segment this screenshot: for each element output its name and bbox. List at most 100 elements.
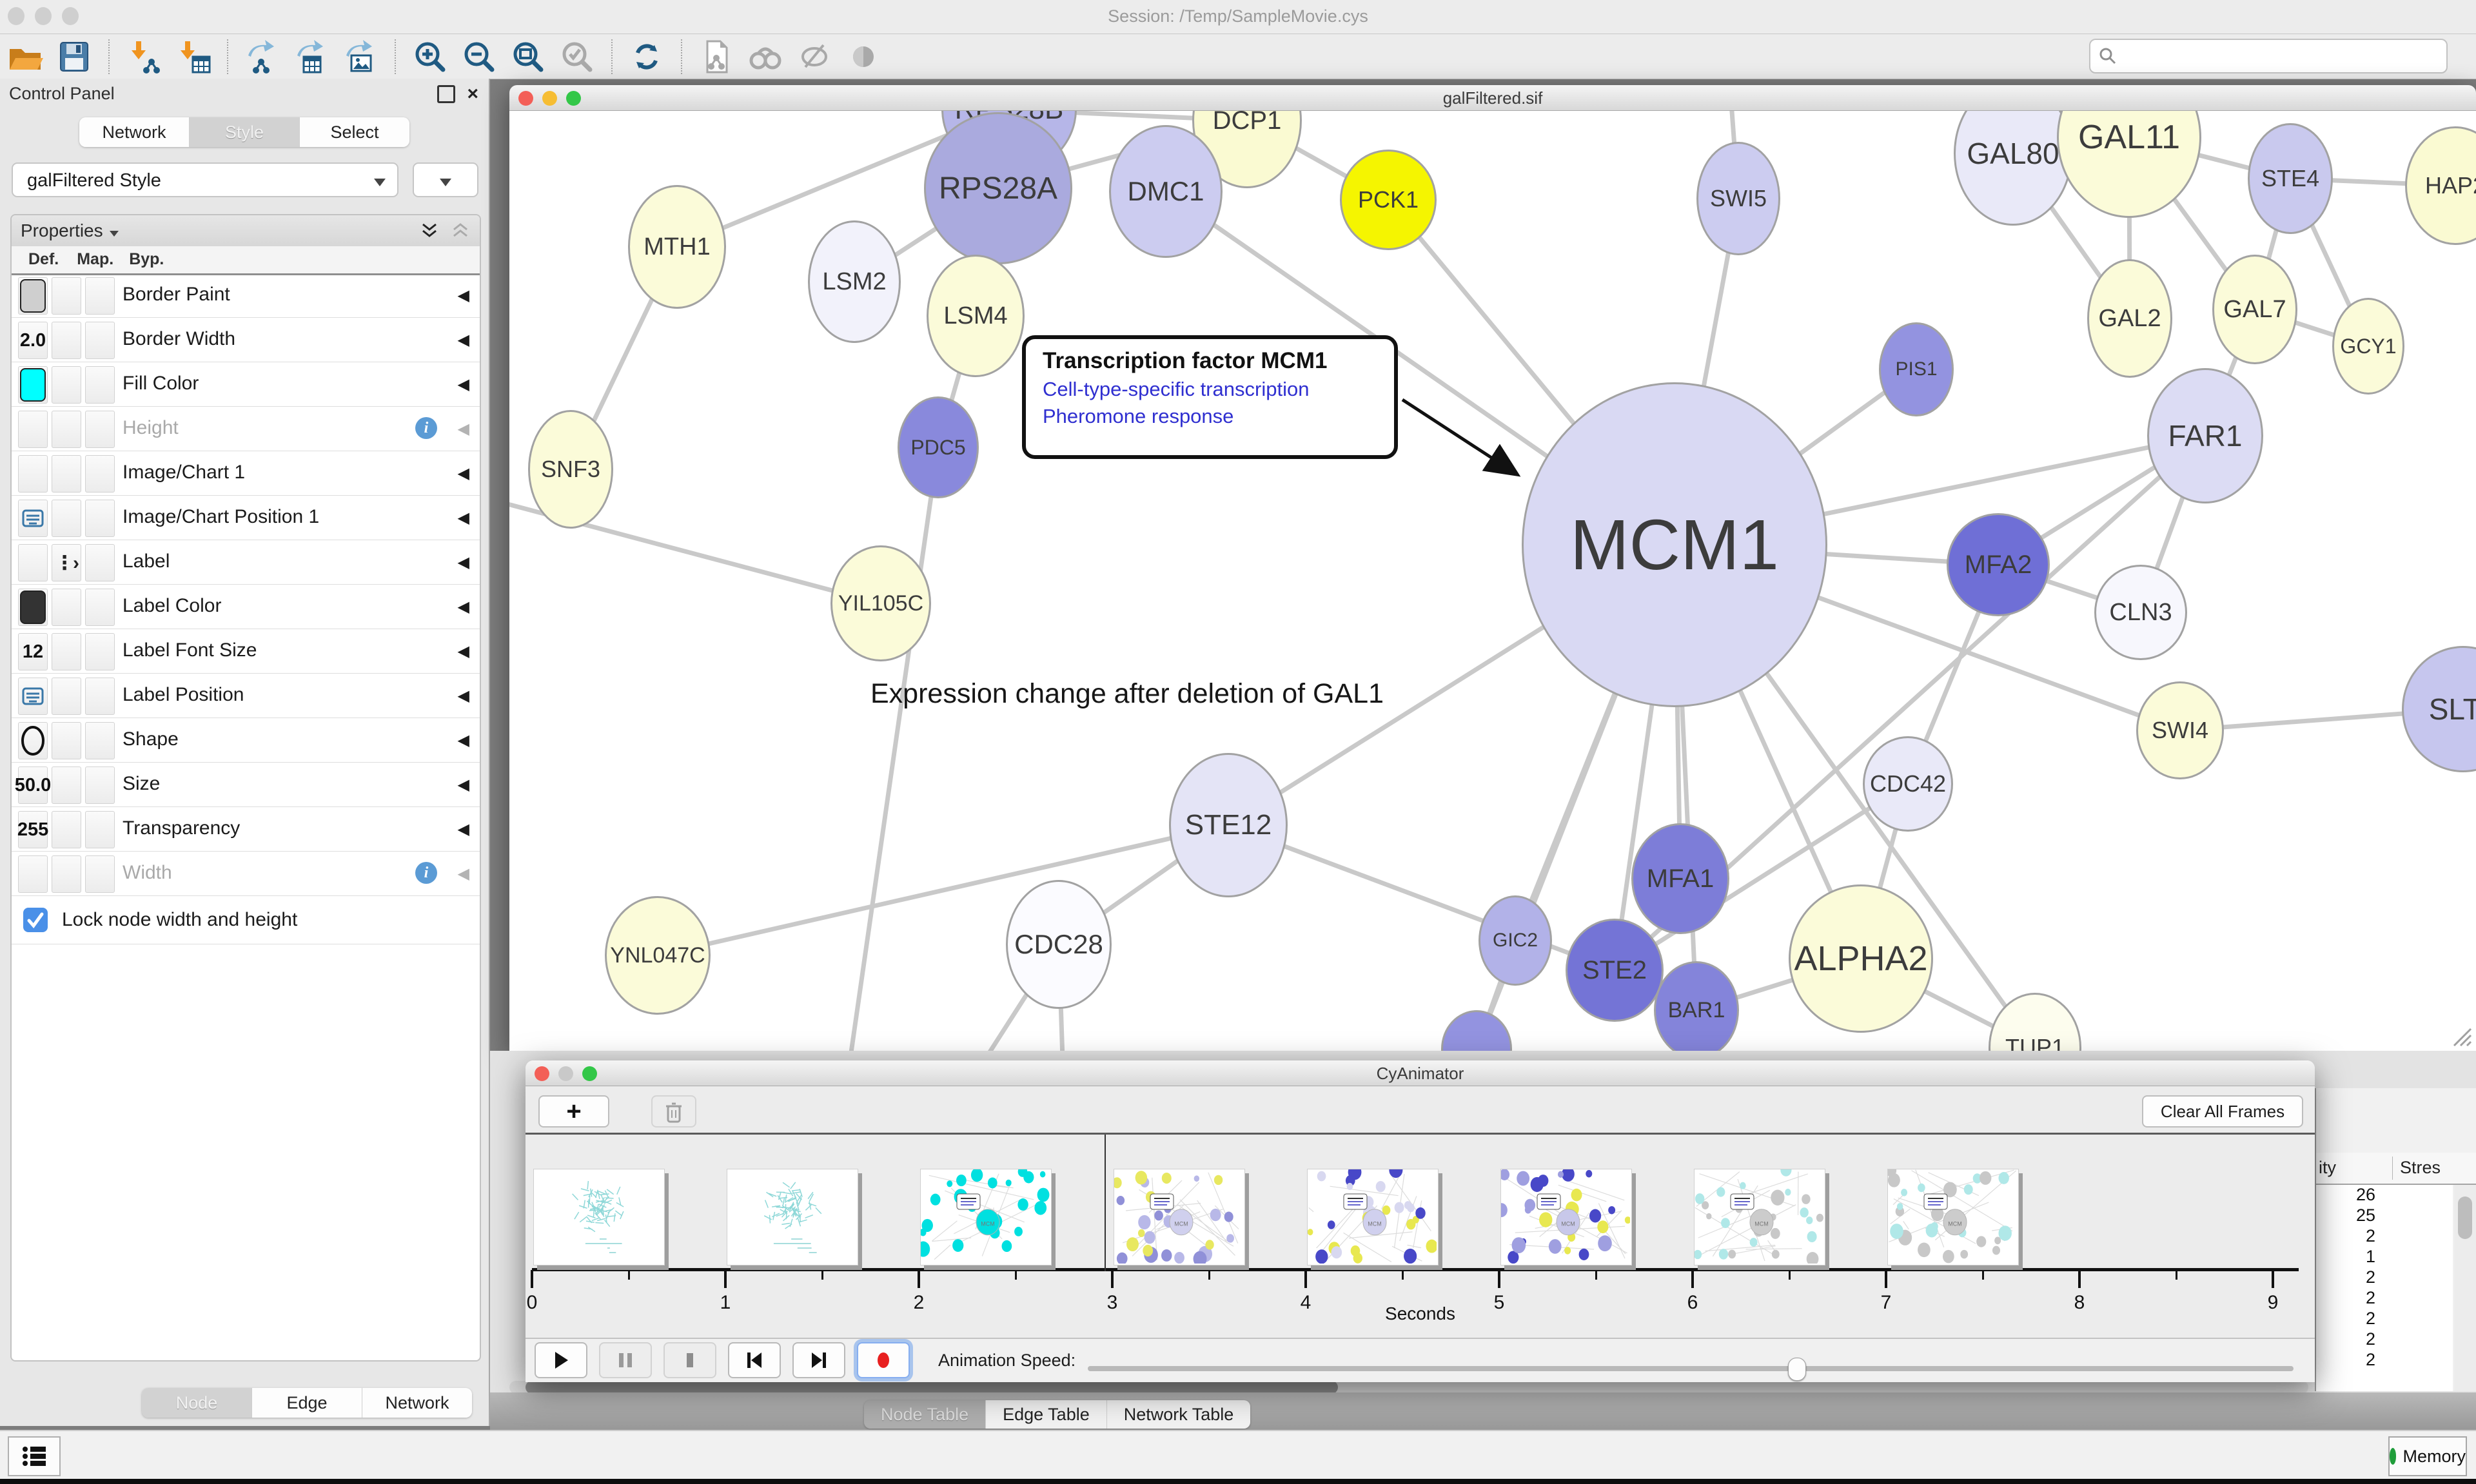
node-ste12[interactable]: STE12 (1169, 753, 1288, 897)
mapping-cell[interactable] (52, 322, 81, 359)
column-header[interactable]: Stres (2400, 1158, 2441, 1178)
bypass-cell[interactable] (85, 455, 115, 493)
tab-select[interactable]: Select (300, 117, 409, 147)
table-tab-node-table[interactable]: Node Table (864, 1400, 986, 1429)
property-row-label[interactable]: ⋮›Label◀ (12, 540, 480, 585)
bypass-cell[interactable] (85, 722, 115, 759)
table-tab-edge-table[interactable]: Edge Table (986, 1400, 1107, 1429)
frame-thumbnail-5[interactable]: MCM (1500, 1169, 1632, 1265)
collapse-arrow-icon[interactable]: ◀ (458, 509, 469, 527)
mapping-cell[interactable] (52, 411, 81, 448)
property-row-label-color[interactable]: Label Color◀ (12, 585, 480, 629)
resize-grip-icon[interactable] (2446, 1021, 2472, 1047)
bypass-cell[interactable] (85, 322, 115, 359)
default-cell[interactable] (18, 589, 48, 626)
timeline-playhead[interactable] (1105, 1135, 1106, 1271)
play-button[interactable] (535, 1342, 587, 1378)
collapse-arrow-icon[interactable]: ◀ (458, 687, 469, 705)
default-cell[interactable]: 50.0 (18, 766, 48, 804)
horizontal-scrollbar[interactable] (509, 1381, 2308, 1394)
default-cell[interactable] (18, 366, 48, 404)
export-image-icon[interactable] (342, 38, 379, 75)
default-cell[interactable] (18, 722, 48, 759)
node-lsm2[interactable]: LSM2 (808, 220, 901, 343)
stop-button[interactable] (663, 1342, 716, 1378)
node-lsm4[interactable]: LSM4 (927, 255, 1025, 377)
node-gal7[interactable]: GAL7 (2212, 255, 2297, 364)
property-row-border-paint[interactable]: Border Paint◀ (12, 273, 480, 318)
refresh-layout-icon[interactable] (628, 38, 665, 75)
table-cell[interactable]: 26 (2316, 1185, 2453, 1206)
bypass-cell[interactable] (85, 766, 115, 804)
default-cell[interactable]: 12 (18, 633, 48, 670)
collapse-arrow-icon[interactable]: ◀ (458, 286, 469, 305)
collapse-all-icon[interactable] (450, 220, 471, 241)
node-cln3[interactable]: CLN3 (2094, 565, 2187, 660)
info-icon[interactable]: i (415, 417, 437, 439)
style-selector[interactable]: galFiltered Style (12, 162, 398, 197)
network-window-titlebar[interactable]: galFiltered.sif (509, 85, 2476, 111)
default-cell[interactable]: 2.0 (18, 322, 48, 359)
mapping-cell[interactable] (52, 589, 81, 626)
table-cell[interactable]: 2 (2316, 1350, 2453, 1371)
collapse-arrow-icon[interactable]: ◀ (458, 864, 469, 883)
search-input[interactable] (2123, 46, 2446, 67)
color-swatch[interactable] (20, 368, 46, 402)
property-row-label-font-size[interactable]: 12Label Font Size◀ (12, 629, 480, 674)
delete-frame-button[interactable] (651, 1095, 696, 1128)
zoom-selected-icon[interactable] (558, 38, 596, 75)
zoom-in-icon[interactable] (411, 38, 449, 75)
mapping-cell[interactable] (52, 855, 81, 893)
search-field[interactable] (2089, 39, 2448, 73)
expand-all-icon[interactable] (419, 220, 440, 241)
default-cell[interactable] (18, 411, 48, 448)
show-panels-button[interactable] (8, 1436, 61, 1476)
network-canvas[interactable]: RPS28BDCP1RPS28ADMC1PCK1SWI5GAL80GAL11ST… (509, 111, 2476, 1051)
property-row-border-width[interactable]: 2.0Border Width◀ (12, 318, 480, 362)
bypass-cell[interactable] (85, 855, 115, 893)
panel-tab-edge[interactable]: Edge (252, 1388, 362, 1418)
collapse-arrow-icon[interactable]: ◀ (458, 731, 469, 750)
table-cell[interactable]: 2 (2316, 1226, 2453, 1247)
default-value[interactable]: 50.0 (15, 775, 51, 796)
hide-details-icon[interactable] (796, 38, 833, 75)
node-dmc1[interactable]: DMC1 (1109, 125, 1223, 258)
pause-button[interactable] (599, 1342, 652, 1378)
mapping-cell[interactable] (52, 722, 81, 759)
mapping-cell[interactable] (52, 277, 81, 315)
add-frame-button[interactable]: + (538, 1095, 609, 1128)
table-cell[interactable]: 2 (2316, 1267, 2453, 1288)
annotation-link[interactable]: Pheromone response (1043, 405, 1394, 428)
default-cell[interactable] (18, 277, 48, 315)
panel-tab-node[interactable]: Node (142, 1388, 252, 1418)
node-ste4[interactable]: STE4 (2248, 123, 2333, 234)
default-value[interactable]: 255 (17, 819, 48, 841)
mapping-cell[interactable] (52, 455, 81, 493)
search-network-icon[interactable] (747, 38, 784, 75)
node-mth1[interactable]: MTH1 (628, 185, 726, 309)
cyanimator-titlebar[interactable]: CyAnimator (526, 1060, 2315, 1086)
panel-tab-network[interactable]: Network (362, 1388, 472, 1418)
table-cell[interactable]: 2 (2316, 1288, 2453, 1309)
slider-thumb[interactable] (1788, 1358, 1806, 1381)
zoom-fit-icon[interactable] (509, 38, 547, 75)
node-snf3[interactable]: SNF3 (528, 410, 613, 529)
node-mfa2[interactable]: MFA2 (1947, 513, 2050, 616)
collapse-arrow-icon[interactable]: ◀ (458, 642, 469, 661)
bypass-cell[interactable] (85, 500, 115, 537)
node-pdc5[interactable]: PDC5 (898, 396, 979, 498)
default-cell[interactable]: 255 (18, 811, 48, 848)
frame-thumbnail-0[interactable] (533, 1169, 665, 1265)
property-row-image-chart-position-1[interactable]: Image/Chart Position 1◀ (12, 496, 480, 540)
node-swi5[interactable]: SWI5 (1696, 142, 1780, 255)
color-swatch[interactable] (20, 591, 46, 624)
property-row-image-chart-1[interactable]: Image/Chart 1◀ (12, 451, 480, 496)
horizontal-scrollbar-thumb[interactable] (526, 1381, 1338, 1394)
property-row-transparency[interactable]: 255Transparency◀ (12, 807, 480, 852)
collapse-arrow-icon[interactable]: ◀ (458, 553, 469, 572)
clear-all-frames-button[interactable]: Clear All Frames (2142, 1095, 2303, 1128)
annotation-link[interactable]: Cell-type-specific transcription (1043, 378, 1394, 401)
collapse-arrow-icon[interactable]: ◀ (458, 598, 469, 616)
mapping-cell[interactable] (52, 500, 81, 537)
property-row-size[interactable]: 50.0Size◀ (12, 763, 480, 807)
